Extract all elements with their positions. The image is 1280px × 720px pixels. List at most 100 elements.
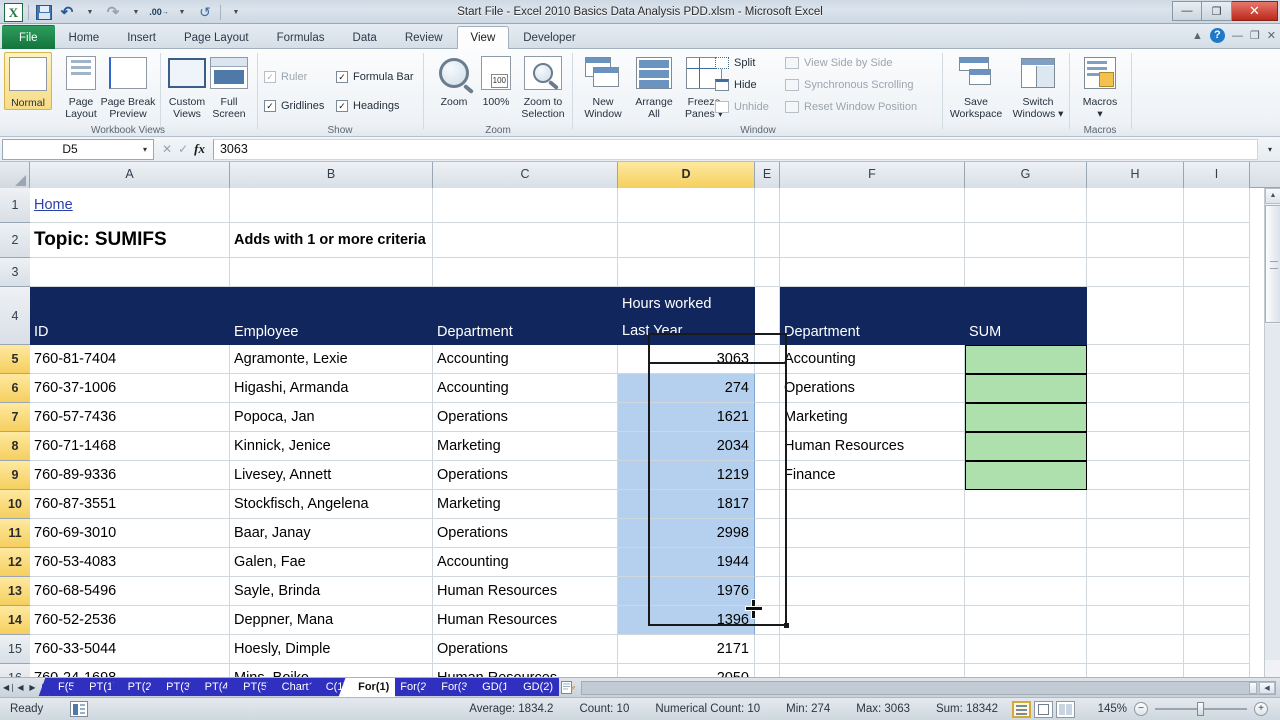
- unhide-button[interactable]: Unhide: [715, 101, 769, 113]
- switch-windows-button[interactable]: Switch Windows ▾: [1007, 52, 1069, 120]
- zoom-level[interactable]: 145%: [1085, 703, 1127, 715]
- cell-f9[interactable]: Finance: [780, 461, 965, 490]
- cell-h9[interactable]: [1087, 461, 1184, 490]
- restore-button[interactable]: ❐: [1202, 1, 1232, 21]
- doc-restore-button[interactable]: ❐: [1250, 29, 1260, 42]
- cell-f1[interactable]: [780, 188, 965, 223]
- cell-f7[interactable]: Marketing: [780, 403, 965, 432]
- column-header-e[interactable]: E: [755, 162, 780, 188]
- arrange-all-button[interactable]: Arrange All: [629, 52, 679, 120]
- cell-a1[interactable]: Home: [30, 188, 230, 223]
- zoom-button[interactable]: Zoom: [430, 52, 478, 108]
- macros-dropdown-icon[interactable]: ▾: [1097, 108, 1102, 120]
- cancel-formula-icon[interactable]: ✕: [162, 142, 172, 156]
- cell-c10[interactable]: Marketing: [433, 490, 618, 519]
- doc-close-button[interactable]: ✕: [1267, 29, 1276, 42]
- cell-g10[interactable]: [965, 490, 1087, 519]
- cell-b9[interactable]: Livesey, Annett: [230, 461, 433, 490]
- cell-h14[interactable]: [1087, 606, 1184, 635]
- row-header-16[interactable]: 16: [0, 664, 30, 677]
- cell-e3[interactable]: [755, 258, 780, 287]
- cell-h4[interactable]: [1087, 287, 1184, 345]
- vertical-scrollbar[interactable]: ▲: [1264, 188, 1280, 677]
- cell-b8[interactable]: Kinnick, Jenice: [230, 432, 433, 461]
- cell-f6[interactable]: Operations: [780, 374, 965, 403]
- column-header-c[interactable]: C: [433, 162, 618, 188]
- cell-a4[interactable]: ID: [30, 287, 230, 345]
- cell-c1[interactable]: [433, 188, 618, 223]
- cell-g7[interactable]: [965, 403, 1087, 432]
- cell-d10[interactable]: 1817: [618, 490, 755, 519]
- cell-f5[interactable]: Accounting: [780, 345, 965, 374]
- help-icon[interactable]: ?: [1210, 28, 1225, 43]
- tab-developer[interactable]: Developer: [509, 26, 589, 49]
- cell-g14[interactable]: [965, 606, 1087, 635]
- tab-insert[interactable]: Insert: [113, 26, 170, 49]
- row-header-6[interactable]: 6: [0, 374, 30, 403]
- zoom-to-selection-button[interactable]: Zoom to Selection: [516, 52, 570, 120]
- cell-g1[interactable]: [965, 188, 1087, 223]
- headings-checkbox[interactable]: ✓ Headings: [336, 100, 399, 112]
- cell-b16[interactable]: Mins, Boiko: [230, 664, 433, 677]
- insert-function-icon[interactable]: fx: [194, 141, 205, 157]
- doc-minimize-button[interactable]: —: [1232, 30, 1243, 42]
- cell-b12[interactable]: Galen, Fae: [230, 548, 433, 577]
- cell-a11[interactable]: 760-69-3010: [30, 519, 230, 548]
- column-header-d[interactable]: D: [618, 162, 755, 188]
- cell-i15[interactable]: [1184, 635, 1250, 664]
- cell-i11[interactable]: [1184, 519, 1250, 548]
- scroll-up-arrow-icon[interactable]: ▲: [1265, 188, 1280, 204]
- cell-g15[interactable]: [965, 635, 1087, 664]
- cell-c15[interactable]: Operations: [433, 635, 618, 664]
- tab-home[interactable]: Home: [55, 26, 114, 49]
- cell-d5[interactable]: 3063: [618, 345, 755, 374]
- row-header-14[interactable]: 14: [0, 606, 30, 635]
- cell-f14[interactable]: [780, 606, 965, 635]
- cell-g9[interactable]: [965, 461, 1087, 490]
- normal-view-button-status[interactable]: [1012, 701, 1031, 718]
- cell-b14[interactable]: Deppner, Mana: [230, 606, 433, 635]
- cell-h11[interactable]: [1087, 519, 1184, 548]
- cell-g8[interactable]: [965, 432, 1087, 461]
- cell-a3[interactable]: [30, 258, 230, 287]
- cell-i16[interactable]: [1184, 664, 1250, 677]
- zoom-slider-thumb[interactable]: [1197, 702, 1204, 716]
- cell-f8[interactable]: Human Resources: [780, 432, 965, 461]
- name-box[interactable]: D5 ▾: [2, 139, 154, 160]
- cell-i12[interactable]: [1184, 548, 1250, 577]
- row-header-2[interactable]: 2: [0, 223, 30, 258]
- cell-f3[interactable]: [780, 258, 965, 287]
- select-all-corner[interactable]: [0, 162, 30, 188]
- formula-bar-checkbox[interactable]: ✓ Formula Bar: [336, 71, 414, 83]
- cell-d4[interactable]: Hours worked Last Year: [618, 287, 755, 345]
- column-header-a[interactable]: A: [30, 162, 230, 188]
- cell-h1[interactable]: [1087, 188, 1184, 223]
- zoom-out-button[interactable]: −: [1134, 702, 1148, 716]
- cell-h8[interactable]: [1087, 432, 1184, 461]
- cell-c16[interactable]: Human Resources: [433, 664, 618, 677]
- cell-c9[interactable]: Operations: [433, 461, 618, 490]
- cell-a9[interactable]: 760-89-9336: [30, 461, 230, 490]
- cell-a14[interactable]: 760-52-2536: [30, 606, 230, 635]
- horizontal-scrollbar[interactable]: ◀: [581, 681, 1276, 695]
- column-header-b[interactable]: B: [230, 162, 433, 188]
- cell-h6[interactable]: [1087, 374, 1184, 403]
- close-button[interactable]: ✕: [1232, 1, 1278, 21]
- scroll-left-arrow-icon[interactable]: ◀: [1259, 682, 1275, 694]
- cell-f10[interactable]: [780, 490, 965, 519]
- tab-view[interactable]: View: [457, 26, 510, 49]
- row-header-13[interactable]: 13: [0, 577, 30, 606]
- new-window-button[interactable]: New Window: [577, 52, 629, 120]
- cell-c3[interactable]: [433, 258, 618, 287]
- macro-record-icon[interactable]: [70, 701, 88, 717]
- row-header-8[interactable]: 8: [0, 432, 30, 461]
- cell-g4[interactable]: SUM: [965, 287, 1087, 345]
- home-hyperlink[interactable]: Home: [34, 197, 73, 213]
- cell-b3[interactable]: [230, 258, 433, 287]
- cell-d8[interactable]: 2034: [618, 432, 755, 461]
- tab-data[interactable]: Data: [339, 26, 391, 49]
- row-header-5[interactable]: 5: [0, 345, 30, 374]
- cell-e6[interactable]: [755, 374, 780, 403]
- cell-b5[interactable]: Agramonte, Lexie: [230, 345, 433, 374]
- gridlines-checkbox[interactable]: ✓ Gridlines: [264, 100, 324, 112]
